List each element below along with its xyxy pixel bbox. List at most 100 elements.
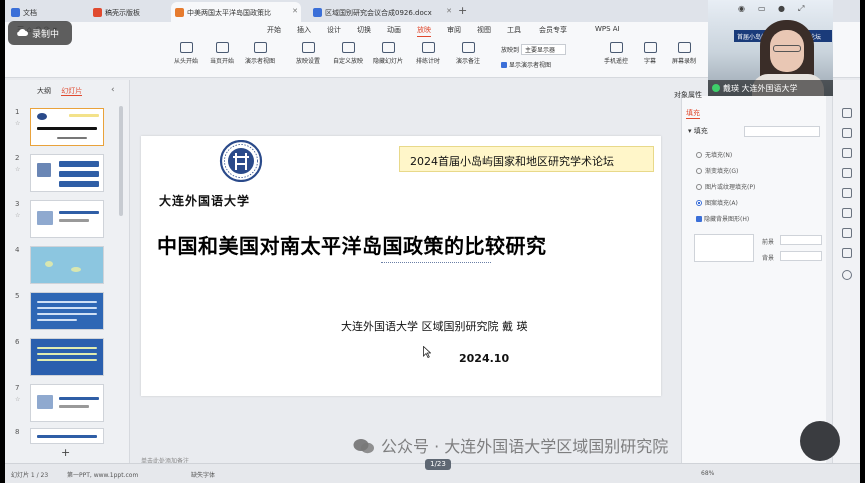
- user-icon[interactable]: ●: [778, 4, 785, 13]
- slide-thumbnail[interactable]: [30, 154, 104, 192]
- presentation-date: 2024.10: [459, 352, 510, 365]
- close-icon[interactable]: ✕: [292, 7, 298, 15]
- table-icon[interactable]: [842, 208, 852, 218]
- thumbnail-row[interactable]: 2 ☆: [15, 154, 115, 194]
- help-icon[interactable]: [842, 270, 852, 280]
- tab-design[interactable]: 设计: [327, 25, 341, 35]
- slideshow-settings-button[interactable]: 放映设置: [289, 42, 327, 65]
- tab-view[interactable]: 视图: [477, 25, 491, 35]
- slide-1[interactable]: 大连外国语大学 2024首届小岛屿国家和地区研究学术论坛 中国和美国对南太平洋岛…: [141, 136, 661, 396]
- thumbnail-row[interactable]: 1 ☆: [15, 108, 115, 148]
- start-from-beginning-button[interactable]: 从头开始: [167, 42, 205, 65]
- tab-label: 文档: [23, 9, 37, 17]
- recording-badge[interactable]: 录制中: [8, 21, 72, 45]
- checkbox-label: 显示演示者视图: [509, 62, 552, 69]
- animation-icon[interactable]: [842, 148, 852, 158]
- monitor-select[interactable]: 放映到 主要显示器: [501, 44, 567, 55]
- thumbnail-row[interactable]: 8: [15, 428, 115, 444]
- screen: 文档 稿壳示版板 中美两国太平洋岛国政策比 ✕ 区域国别研究会议合成0926.d…: [5, 0, 860, 483]
- pattern-preview[interactable]: [694, 234, 754, 262]
- slide-thumbnail[interactable]: [30, 108, 104, 146]
- presenter-view-checkbox[interactable]: 显示演示者视图: [501, 60, 551, 69]
- close-icon[interactable]: ✕: [446, 7, 452, 15]
- doc-icon: [11, 8, 20, 17]
- custom-show-button[interactable]: 自定义放映: [329, 42, 367, 65]
- option-label: 隐藏背景图形(H): [704, 216, 750, 223]
- slide-thumbnail[interactable]: [30, 200, 104, 238]
- layout-icon[interactable]: [842, 188, 852, 198]
- tab-docs[interactable]: 文档: [7, 2, 73, 22]
- tab-review[interactable]: 审阅: [447, 25, 461, 35]
- missing-font-warning[interactable]: 缺失字体: [191, 470, 215, 479]
- slide-title[interactable]: 中国和美国对南太平洋岛国政策的比较研究: [157, 230, 547, 259]
- play-icon: [215, 42, 229, 53]
- outline-tab[interactable]: 大纲: [37, 87, 51, 95]
- tab-slideshow[interactable]: 放映: [417, 25, 431, 37]
- fill-tab[interactable]: 填充: [686, 108, 700, 119]
- page-counter: 1/23: [425, 459, 451, 470]
- slide-thumbnail[interactable]: [30, 384, 104, 422]
- fill-section-toggle[interactable]: ▾ 填充: [688, 126, 708, 136]
- picture-fill-radio[interactable]: 图片或纹理填充(P): [696, 182, 755, 191]
- style-icon[interactable]: [842, 128, 852, 138]
- add-slide-button[interactable]: +: [61, 446, 70, 459]
- tab-start[interactable]: 开始: [267, 25, 281, 35]
- no-fill-radio[interactable]: 无填充(N): [696, 150, 732, 159]
- thumbnail-row[interactable]: 3 ☆: [15, 200, 115, 240]
- properties-icon[interactable]: [842, 108, 852, 118]
- pattern-fill-radio[interactable]: 图案填充(A): [696, 198, 738, 207]
- tab-tools[interactable]: 工具: [507, 25, 521, 35]
- checkbox-icon: [501, 62, 507, 68]
- slide-thumbnail[interactable]: [30, 246, 104, 284]
- thumbnail-row[interactable]: 6: [15, 338, 115, 378]
- video-participant-overlay[interactable]: 首届小岛屿国家和地区学术论坛 ◉ ▭ ● ⤢ 戴瑛 大连外国语大学: [708, 0, 833, 96]
- new-tab-plus-icon[interactable]: +: [458, 4, 467, 17]
- tab-transition[interactable]: 切换: [357, 25, 371, 35]
- gradient-fill-radio[interactable]: 渐变填充(G): [696, 166, 738, 175]
- fill-dropdown[interactable]: [744, 126, 820, 137]
- settings-icon[interactable]: [842, 248, 852, 258]
- tab-member[interactable]: 会员专享: [539, 25, 567, 35]
- shape-icon[interactable]: [842, 168, 852, 178]
- hide-slide-button[interactable]: 隐藏幻灯片: [369, 42, 407, 65]
- presenter-view-button[interactable]: 演示者视图: [241, 42, 279, 65]
- tab-template[interactable]: 稿壳示版板: [89, 2, 165, 22]
- slide-thumbnail-panel: 大纲 幻灯片 ‹ 1 ☆ 2 ☆ 3 ☆ 4 5 6 7 ☆ 8 +: [5, 80, 130, 463]
- thumbnail-row[interactable]: 4: [15, 246, 115, 286]
- monitor-value[interactable]: 主要显示器: [521, 44, 567, 55]
- collapse-chevron-icon[interactable]: ‹: [111, 85, 115, 95]
- zoom-level[interactable]: 68%: [701, 470, 714, 477]
- expand-icon[interactable]: ⤢: [798, 4, 804, 14]
- subtitle-button[interactable]: 字幕: [631, 42, 669, 65]
- slide-thumbnail[interactable]: [30, 428, 104, 444]
- thumbnail-row[interactable]: 5: [15, 292, 115, 332]
- timer-icon: [421, 42, 435, 53]
- tab-presentation[interactable]: 中美两国太平洋岛国政策比 ✕: [171, 2, 301, 22]
- floating-mic-button[interactable]: [800, 421, 840, 461]
- option-label: 图案填充(A): [705, 200, 738, 207]
- phone-remote-button[interactable]: 手机遥控: [597, 42, 635, 65]
- wechat-watermark: 公众号 · 大连外国语大学区域国别研究院: [353, 433, 668, 457]
- foreground-color-select[interactable]: [780, 235, 822, 245]
- tab-wps-ai[interactable]: WPS AI: [595, 25, 620, 33]
- slides-tab[interactable]: 幻灯片: [61, 87, 83, 96]
- theme-info: 第一PPT, www.1ppt.com: [67, 472, 139, 479]
- slide-thumbnail[interactable]: [30, 338, 104, 376]
- link-icon[interactable]: [842, 228, 852, 238]
- hide-background-checkbox[interactable]: 隐藏背景图形(H): [696, 214, 749, 223]
- monitor-label: 放映到: [501, 47, 520, 54]
- thumbnail-scrollbar[interactable]: [119, 106, 123, 216]
- slide-thumbnail[interactable]: [30, 292, 104, 330]
- camera-icon[interactable]: ▭: [758, 4, 766, 13]
- button-label: 字幕: [643, 58, 656, 65]
- start-current-button[interactable]: 当页开始: [203, 42, 241, 65]
- rehearse-timing-button[interactable]: 排练计时: [409, 42, 447, 65]
- screen-record-button[interactable]: 屏幕录制: [665, 42, 703, 65]
- mic-icon[interactable]: ◉: [738, 4, 745, 13]
- tab-insert[interactable]: 插入: [297, 25, 311, 35]
- thumbnail-row[interactable]: 7 ☆: [15, 384, 115, 424]
- presenter-notes-button[interactable]: 演示备注: [449, 42, 487, 65]
- tab-docx[interactable]: 区域国别研究会议合成0926.docx ✕: [309, 2, 455, 22]
- tab-animation[interactable]: 动画: [387, 25, 401, 35]
- background-color-select[interactable]: [780, 251, 822, 261]
